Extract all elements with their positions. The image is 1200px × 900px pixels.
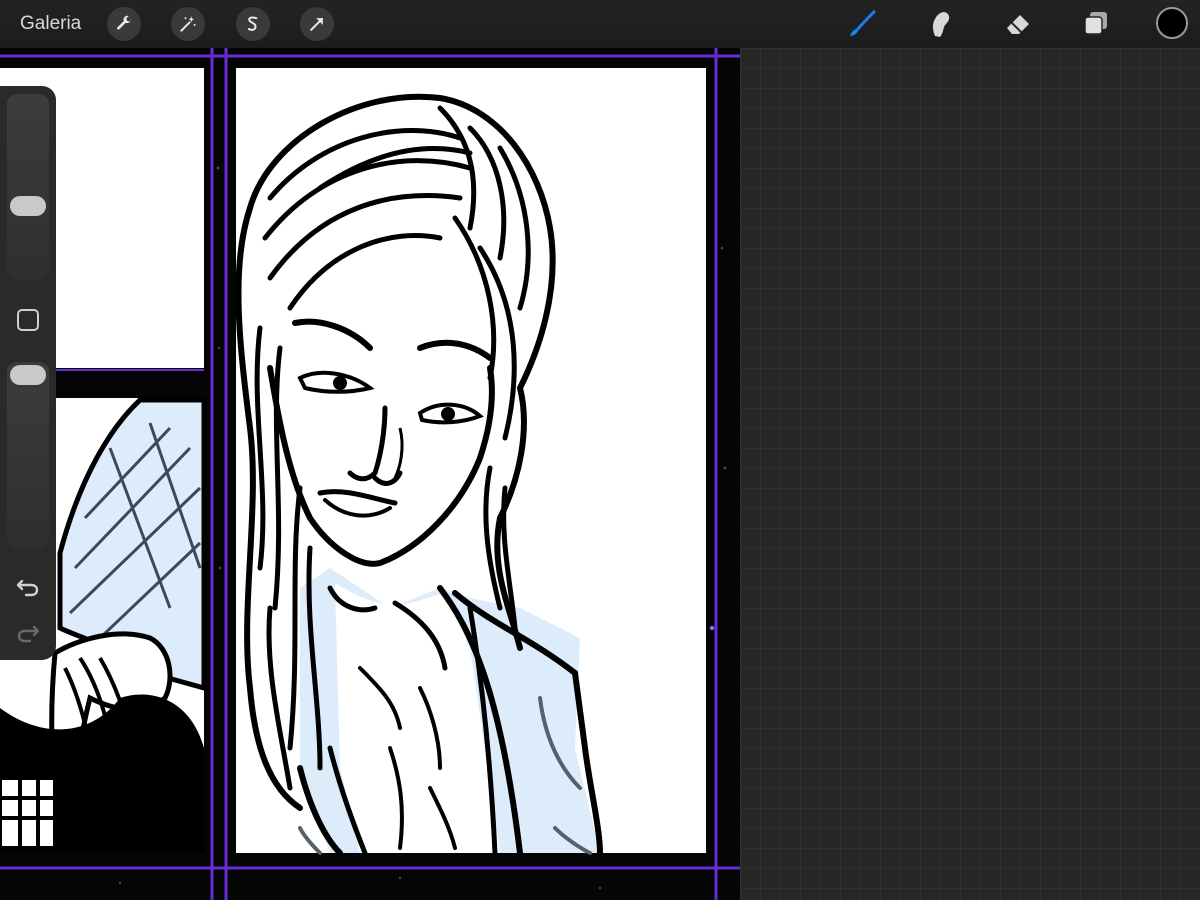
brush-tool[interactable] — [846, 8, 878, 40]
gallery-button[interactable]: Galeria — [20, 12, 81, 36]
opacity-thumb[interactable] — [10, 365, 46, 386]
redo-icon[interactable] — [14, 618, 42, 646]
selection-s-icon — [247, 16, 258, 31]
adjustments-button[interactable] — [171, 7, 205, 41]
procreate-app: Galeria — [0, 0, 1200, 900]
brush-size-slider[interactable] — [7, 94, 49, 280]
arrow-transform-icon — [310, 18, 323, 31]
eraser-tool[interactable] — [1002, 8, 1034, 40]
selection-button[interactable] — [236, 7, 270, 41]
brush-icon — [850, 10, 876, 36]
smudge-tool[interactable] — [924, 8, 956, 40]
color-picker-button[interactable] — [1156, 7, 1188, 39]
comic-artwork[interactable] — [0, 48, 740, 900]
undo-icon[interactable] — [14, 572, 42, 600]
layers-icon — [1084, 12, 1107, 35]
smudge-icon — [932, 12, 950, 37]
drawing-canvas[interactable] — [0, 48, 740, 900]
modify-square-icon[interactable] — [17, 309, 39, 331]
magic-wand-icon — [180, 16, 196, 32]
brush-size-thumb[interactable] — [10, 195, 46, 216]
top-toolbar: Galeria — [0, 0, 1200, 48]
actions-button[interactable] — [107, 7, 141, 41]
eraser-icon — [1007, 15, 1029, 34]
wrench-icon — [117, 15, 131, 30]
left-sidebar — [0, 86, 56, 660]
opacity-slider[interactable] — [7, 362, 49, 548]
layers-tool[interactable] — [1080, 8, 1112, 40]
canvas-background-grid — [740, 48, 1200, 900]
transform-button[interactable] — [300, 7, 334, 41]
